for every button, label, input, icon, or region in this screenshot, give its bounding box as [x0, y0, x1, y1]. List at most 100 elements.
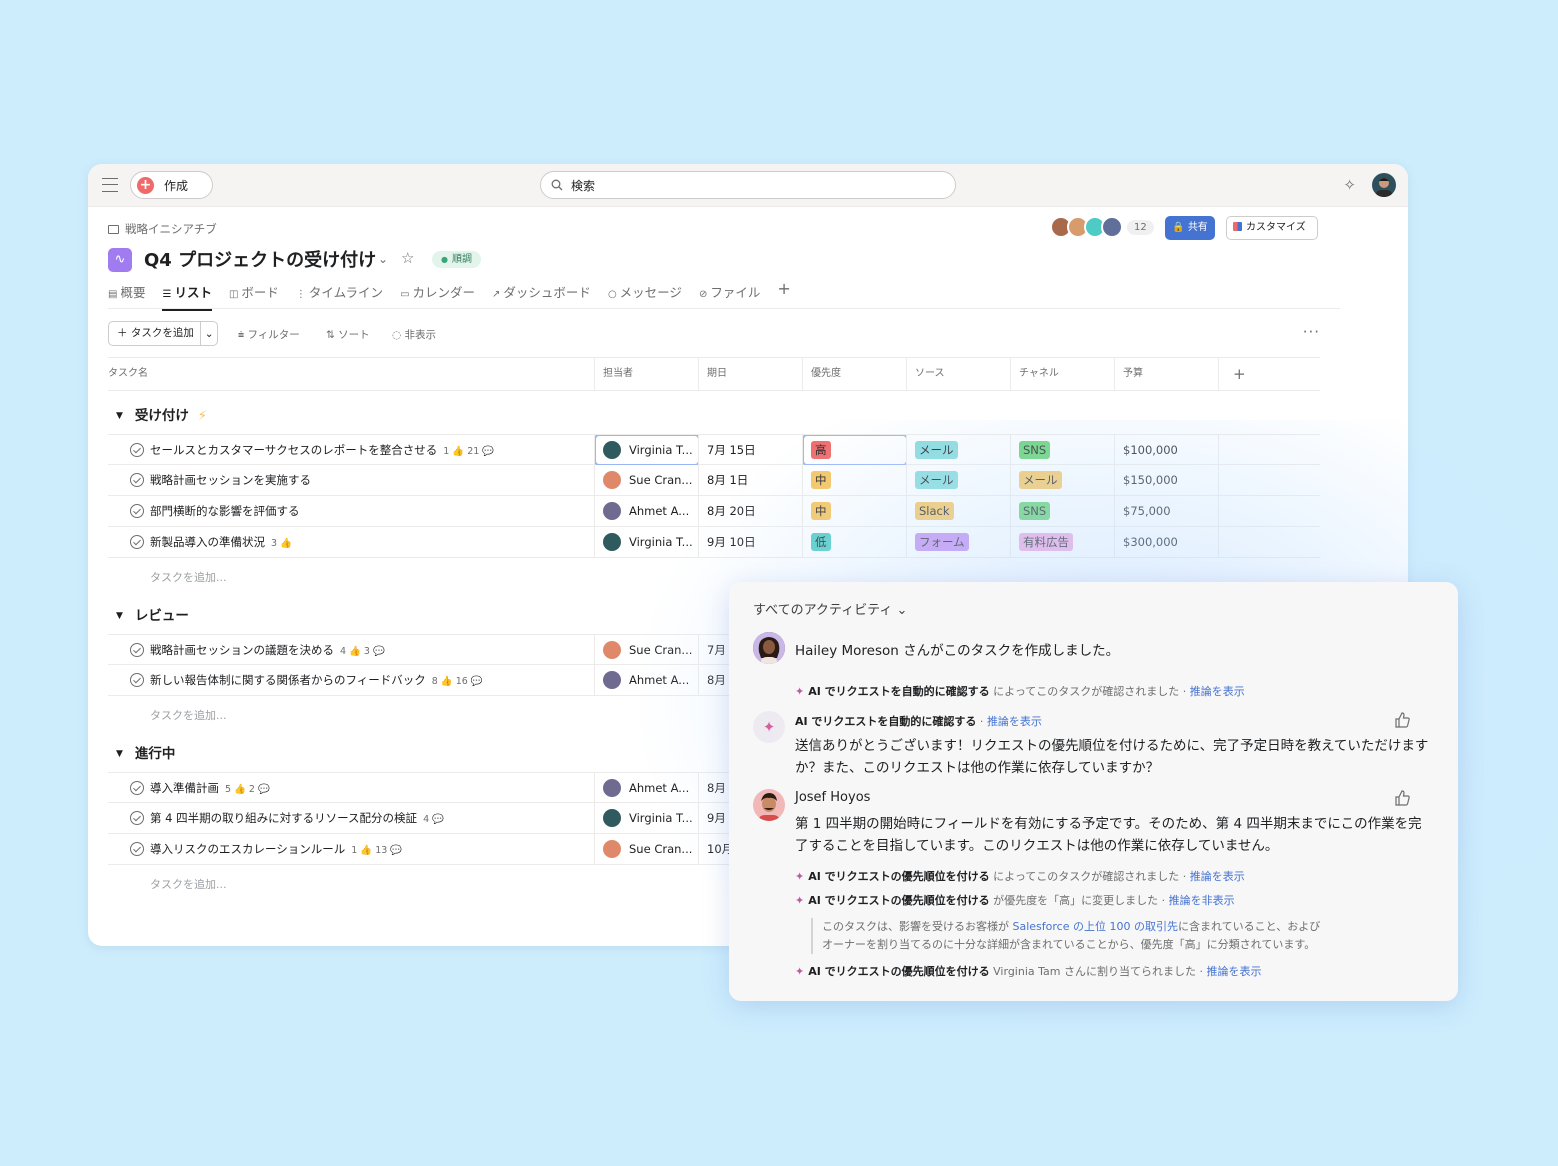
creator-name[interactable]: Hailey Moreson	[795, 643, 899, 659]
source-cell[interactable]: Slack	[906, 496, 1010, 526]
assignee-cell[interactable]: Virginia T...	[594, 435, 698, 465]
budget-cell[interactable]: $300,000	[1114, 527, 1218, 557]
check-icon[interactable]	[130, 473, 144, 487]
show-reasoning-link[interactable]: 推論を表示	[987, 715, 1042, 728]
task-name[interactable]: 新しい報告体制に関する関係者からのフィードバック 8 👍 16 💬	[130, 665, 483, 695]
add-tab-icon[interactable]: +	[777, 281, 790, 311]
star-icon[interactable]: ☆	[401, 249, 414, 267]
due-cell[interactable]: 8月 20日	[698, 496, 802, 526]
column-priority[interactable]: 優先度	[802, 358, 906, 390]
column-channel[interactable]: チャネル	[1010, 358, 1114, 390]
channel-cell[interactable]: メール	[1010, 465, 1114, 495]
chevron-down-icon[interactable]: ⌄	[378, 252, 388, 266]
table-row[interactable]: セールスとカスタマーサクセスのレポートを整合させる 1 👍 21 💬 Virgin…	[108, 434, 1320, 465]
rule-name[interactable]: AI でリクエストを自動的に確認する	[808, 685, 989, 698]
column-source[interactable]: ソース	[906, 358, 1010, 390]
rule-name[interactable]: AI でリクエストの優先順位を付ける	[808, 965, 989, 978]
rule-name[interactable]: AI でリクエストの優先順位を付ける	[808, 870, 989, 883]
search-input[interactable]: 検索	[540, 171, 956, 199]
show-reasoning-link[interactable]: 推論を表示	[1206, 965, 1261, 978]
task-name[interactable]: 戦略計画セッションの議題を決める 4 👍 3 💬	[130, 635, 385, 665]
caret-down-icon[interactable]: ▼	[116, 749, 123, 759]
tab-timeline[interactable]: ⋮ タイムライン	[296, 282, 383, 311]
section-header[interactable]: ▼ 受け付け ⚡	[108, 404, 207, 424]
column-due[interactable]: 期日	[698, 358, 802, 390]
add-task-link[interactable]: タスクを追加...	[150, 876, 227, 892]
thumbs-up-icon[interactable]	[1394, 712, 1410, 728]
check-icon[interactable]	[130, 781, 144, 795]
show-reasoning-link[interactable]: 推論を表示	[1190, 870, 1245, 883]
salesforce-link[interactable]: Salesforce の上位 100 の取引先	[1013, 920, 1178, 933]
tab-calendar[interactable]: ▭ カレンダー	[400, 282, 475, 311]
add-task-link[interactable]: タスクを追加...	[150, 707, 227, 723]
section-header[interactable]: ▼ レビュー	[108, 604, 189, 624]
menu-icon[interactable]	[102, 178, 118, 192]
assignee-cell[interactable]: Ahmet A...	[594, 773, 698, 803]
thumbs-up-icon[interactable]	[1394, 790, 1410, 806]
priority-cell[interactable]: 低	[802, 527, 906, 557]
assignee-cell[interactable]: Virginia T...	[594, 803, 698, 833]
assignee-cell[interactable]: Virginia T...	[594, 527, 698, 557]
source-cell[interactable]: フォーム	[906, 527, 1010, 557]
task-name[interactable]: 新製品導入の準備状況 3 👍	[130, 527, 292, 557]
check-icon[interactable]	[130, 535, 144, 549]
budget-cell[interactable]: $150,000	[1114, 465, 1218, 495]
task-name[interactable]: 部門横断的な影響を評価する	[130, 496, 300, 526]
priority-cell[interactable]: 高	[802, 435, 906, 465]
channel-cell[interactable]: 有料広告	[1010, 527, 1114, 557]
caret-down-icon[interactable]: ▼	[116, 611, 123, 621]
tab-messages[interactable]: ○ メッセージ	[608, 282, 682, 311]
check-icon[interactable]	[130, 504, 144, 518]
priority-cell[interactable]: 中	[802, 496, 906, 526]
tab-board[interactable]: ◫ ボード	[229, 282, 279, 311]
user-avatar[interactable]	[1372, 173, 1396, 197]
add-column-icon[interactable]: +	[1218, 358, 1320, 390]
budget-cell[interactable]: $100,000	[1114, 435, 1218, 465]
check-icon[interactable]	[130, 643, 144, 657]
due-cell[interactable]: 7月 15日	[698, 435, 802, 465]
task-name[interactable]: 第 4 四半期の取り組みに対するリソース配分の検証 4 💬	[130, 803, 444, 833]
task-name[interactable]: セールスとカスタマーサクセスのレポートを整合させる 1 👍 21 💬	[130, 435, 494, 465]
status-badge[interactable]: 順調	[432, 251, 481, 268]
tab-dashboard[interactable]: ↗ ダッシュボード	[492, 282, 591, 311]
tab-files[interactable]: ⊘ ファイル	[699, 282, 760, 311]
share-button[interactable]: 🔒 共有	[1165, 216, 1215, 240]
due-cell[interactable]: 8月 1日	[698, 465, 802, 495]
channel-cell[interactable]: SNS	[1010, 435, 1114, 465]
assignee-cell[interactable]: Sue Cran...	[594, 635, 698, 665]
table-row[interactable]: 戦略計画セッションを実施する Sue Cran... 8月 1日 中 メール メ…	[108, 465, 1320, 496]
show-reasoning-link[interactable]: 推論を表示	[1190, 685, 1245, 698]
assignee-cell[interactable]: Ahmet A...	[594, 665, 698, 695]
source-cell[interactable]: メール	[906, 435, 1010, 465]
customize-button[interactable]: カスタマイズ	[1226, 216, 1318, 240]
check-icon[interactable]	[130, 811, 144, 825]
ai-sparkle-icon[interactable]: ✧	[1343, 176, 1356, 194]
hide-button[interactable]: ◌ 非表示	[392, 327, 436, 342]
column-assignee[interactable]: 担当者	[594, 358, 698, 390]
assignee-cell[interactable]: Sue Cran...	[594, 834, 698, 864]
assignee-cell[interactable]: Sue Cran...	[594, 465, 698, 495]
add-task-button[interactable]: ＋ タスクを追加 ⌄	[108, 321, 218, 346]
assignee-cell[interactable]: Ahmet A...	[594, 496, 698, 526]
budget-cell[interactable]: $75,000	[1114, 496, 1218, 526]
add-task-link[interactable]: タスクを追加...	[150, 569, 227, 585]
priority-cell[interactable]: 中	[802, 465, 906, 495]
table-row[interactable]: 部門横断的な影響を評価する Ahmet A... 8月 20日 中 Slack …	[108, 496, 1320, 527]
check-icon[interactable]	[130, 443, 144, 457]
caret-down-icon[interactable]: ▼	[116, 411, 123, 421]
breadcrumb[interactable]: 戦略イニシアチブ	[108, 221, 217, 237]
task-name[interactable]: 戦略計画セッションを実施する	[130, 465, 311, 495]
chevron-down-icon[interactable]: ⌄	[201, 328, 217, 340]
create-button[interactable]: + 作成	[130, 171, 213, 199]
task-name[interactable]: 導入リスクのエスカレーションルール 1 👍 13 💬	[130, 834, 402, 864]
source-cell[interactable]: メール	[906, 465, 1010, 495]
tab-overview[interactable]: ▤ 概要	[108, 282, 145, 311]
hide-reasoning-link[interactable]: 推論を非表示	[1169, 894, 1235, 907]
due-cell[interactable]: 9月 10日	[698, 527, 802, 557]
check-icon[interactable]	[130, 842, 144, 856]
column-budget[interactable]: 予算	[1114, 358, 1218, 390]
commenter-name[interactable]: Josef Hoyos	[795, 790, 870, 805]
rule-name[interactable]: AI でリクエストの優先順位を付ける	[808, 894, 989, 907]
more-icon[interactable]: ···	[1303, 323, 1320, 341]
table-row[interactable]: 新製品導入の準備状況 3 👍 Virginia T... 9月 10日 低 フォー…	[108, 527, 1320, 558]
